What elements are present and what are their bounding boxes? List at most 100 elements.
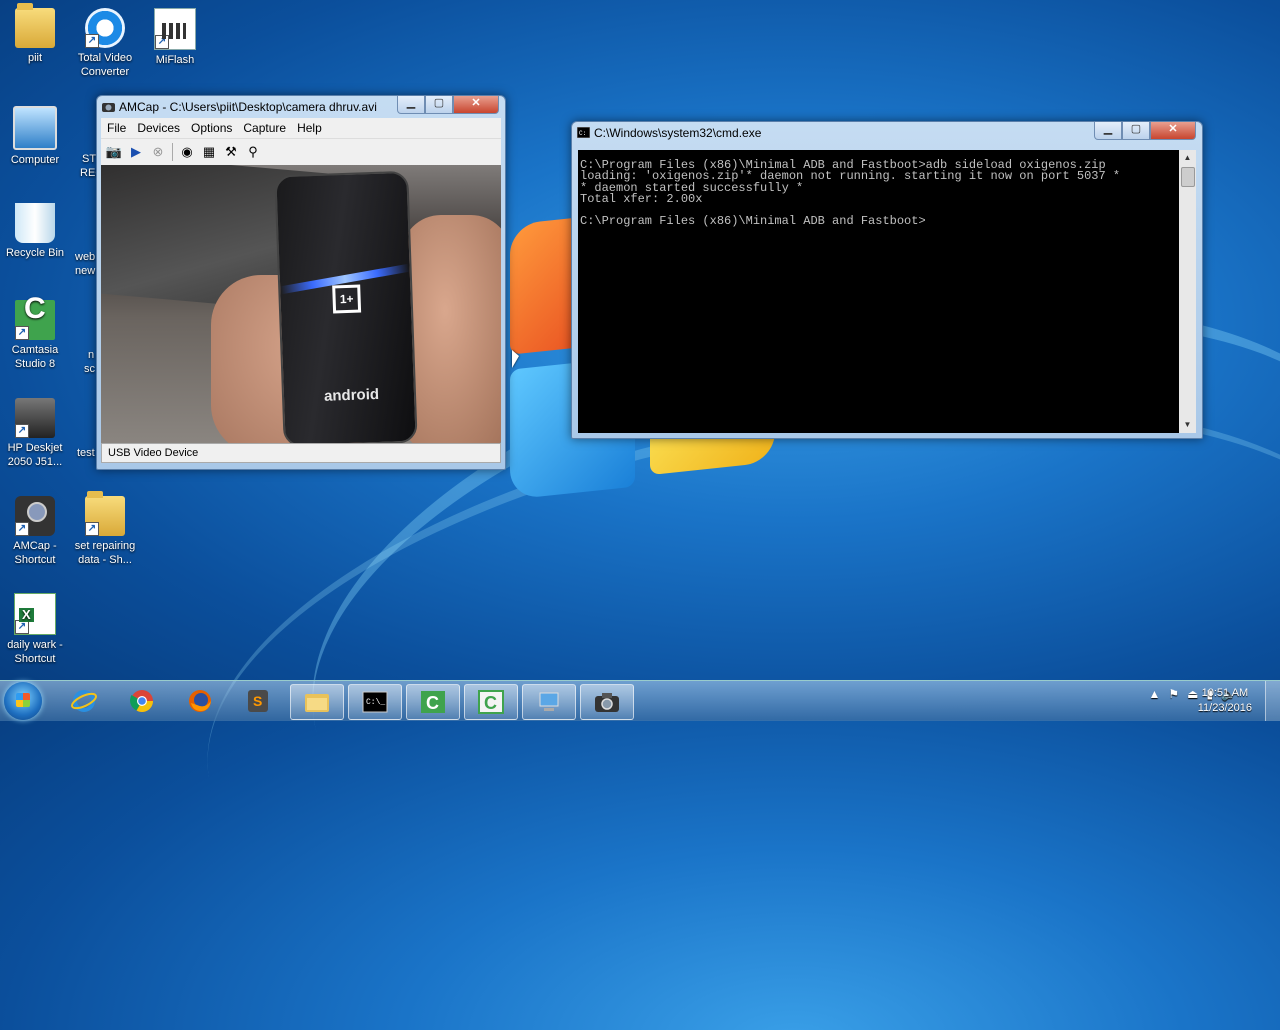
menu-help[interactable]: Help bbox=[297, 121, 322, 135]
computer-icon bbox=[13, 106, 57, 150]
maximize-button[interactable]: ▢ bbox=[425, 96, 453, 114]
taskbar-cmd[interactable]: C:\_ bbox=[348, 684, 402, 720]
partial-label: new bbox=[75, 265, 96, 277]
taskbar-camtasia-recorder[interactable]: C bbox=[406, 684, 460, 720]
menu-capture[interactable]: Capture bbox=[243, 121, 286, 135]
svg-text:C:: C: bbox=[579, 130, 586, 137]
taskbar-camtasia-studio[interactable]: C bbox=[464, 684, 518, 720]
folder-icon bbox=[15, 3, 55, 48]
partial-label: web bbox=[75, 251, 96, 263]
oneplus-logo: 1+ bbox=[332, 284, 362, 314]
partial-label: ST bbox=[82, 153, 97, 165]
internet-explorer-icon bbox=[71, 690, 97, 712]
camera-icon bbox=[595, 693, 619, 712]
taskbar-internet-explorer[interactable] bbox=[58, 684, 110, 718]
desktop-icon-daily-wark[interactable]: ↗ daily wark - Shortcut bbox=[0, 593, 70, 666]
flag-icon[interactable]: ⚑ bbox=[1168, 687, 1179, 701]
desktop-icon-computer[interactable]: Computer bbox=[0, 106, 70, 167]
preview-eye-icon[interactable]: ◉ bbox=[178, 143, 196, 161]
mouse-cursor-icon bbox=[512, 350, 519, 368]
console-icon: C:\_ bbox=[362, 691, 388, 713]
console-output[interactable]: C:\Program Files (x86)\Minimal ADB and F… bbox=[578, 150, 1196, 433]
taskbar-network-app[interactable] bbox=[522, 684, 576, 720]
svg-text:S: S bbox=[253, 693, 262, 709]
desktop-icon-recycle-bin[interactable]: Recycle Bin bbox=[0, 203, 70, 260]
usb-device-icon[interactable]: ⏏ bbox=[1187, 687, 1198, 701]
play-icon[interactable]: ▶ bbox=[127, 143, 145, 161]
capture-camera-icon[interactable]: 📷 bbox=[105, 143, 123, 161]
svg-text:C: C bbox=[426, 693, 439, 713]
clock-date: 11/23/2016 bbox=[1197, 702, 1252, 714]
partial-label: sc bbox=[84, 363, 95, 375]
close-button[interactable]: ✕ bbox=[1150, 122, 1196, 140]
folder-icon: ↗ bbox=[85, 491, 125, 536]
firefox-icon bbox=[189, 690, 211, 712]
camtasia-icon: ↗ bbox=[15, 300, 55, 340]
console-text: C:\Program Files (x86)\Minimal ADB and F… bbox=[578, 150, 1196, 228]
taskbar-firefox[interactable] bbox=[174, 684, 226, 718]
amcap-toolbar: 📷 ▶ ⊗ ◉ ▦ ⚒ ⚲ bbox=[101, 138, 501, 165]
desktop-icon-miflash[interactable]: ↗ MiFlash bbox=[140, 8, 210, 67]
scroll-thumb[interactable] bbox=[1181, 167, 1195, 187]
menu-devices[interactable]: Devices bbox=[137, 121, 180, 135]
minimize-button[interactable]: ▁ bbox=[1094, 122, 1122, 140]
converter-icon: ↗ bbox=[85, 8, 125, 48]
desktop-icon-total-video-converter[interactable]: ↗ Total Video Converter bbox=[70, 8, 140, 79]
amcap-titlebar[interactable]: AMCap - C:\Users\piit\Desktop\camera dhr… bbox=[97, 96, 505, 118]
miflash-icon: ↗ bbox=[154, 8, 196, 50]
maximize-button[interactable]: ▢ bbox=[1122, 122, 1150, 140]
chrome-icon bbox=[130, 690, 153, 712]
amcap-window[interactable]: AMCap - C:\Users\piit\Desktop\camera dhr… bbox=[96, 95, 506, 470]
properties-icon[interactable]: ▦ bbox=[200, 143, 218, 161]
close-button[interactable]: ✕ bbox=[453, 96, 499, 114]
desktop-icon-amcap[interactable]: ↗ AMCap - Shortcut bbox=[0, 496, 70, 567]
window-title: AMCap - C:\Users\piit\Desktop\camera dhr… bbox=[119, 100, 377, 114]
cmd-window[interactable]: C: C:\Windows\system32\cmd.exe ▁ ▢ ✕ C:\… bbox=[571, 121, 1203, 439]
zoom-icon[interactable]: ⚲ bbox=[244, 143, 262, 161]
camera-icon: ↗ bbox=[15, 496, 55, 536]
desktop-icon-hp-deskjet[interactable]: ↗ HP Deskjet 2050 J51... bbox=[0, 398, 70, 469]
show-desktop-button[interactable] bbox=[1265, 681, 1280, 721]
partial-label: n bbox=[88, 349, 95, 361]
clock-time: 10:51 AM bbox=[1201, 687, 1249, 699]
video-preview: 1+ android bbox=[101, 165, 501, 443]
desktop-icon-set-repairing-data[interactable]: ↗ set repairing data - Sh... bbox=[70, 491, 140, 567]
cmd-titlebar[interactable]: C: C:\Windows\system32\cmd.exe ▁ ▢ ✕ bbox=[572, 122, 1202, 144]
excel-icon: ↗ bbox=[14, 593, 56, 635]
show-hidden-icons-icon[interactable]: ▲ bbox=[1148, 687, 1160, 701]
scroll-up-icon[interactable]: ▲ bbox=[1179, 150, 1196, 166]
menu-options[interactable]: Options bbox=[191, 121, 232, 135]
start-button[interactable] bbox=[4, 682, 42, 720]
folder-icon bbox=[305, 694, 329, 712]
svg-text:C: C bbox=[484, 693, 497, 713]
amcap-statusbar: USB Video Device bbox=[101, 443, 501, 463]
svg-text:C:\_: C:\_ bbox=[366, 698, 385, 707]
scanner-icon: ↗ bbox=[15, 398, 55, 438]
android-boot-text: android bbox=[323, 385, 380, 405]
taskbar-explorer[interactable] bbox=[290, 684, 344, 720]
tools-icon[interactable]: ⚒ bbox=[222, 143, 240, 161]
amcap-menubar: File Devices Options Capture Help bbox=[101, 118, 501, 138]
phone-in-video: 1+ android bbox=[274, 170, 418, 443]
desktop-icon-piit[interactable]: piit bbox=[0, 3, 70, 65]
window-title: C:\Windows\system32\cmd.exe bbox=[594, 126, 762, 140]
taskbar-sublime[interactable]: S bbox=[232, 684, 284, 718]
desktop-icon-camtasia[interactable]: ↗ Camtasia Studio 8 bbox=[0, 300, 70, 371]
console-line: Total xfer: 2.00x bbox=[580, 191, 703, 206]
recycle-bin-icon bbox=[15, 203, 55, 243]
minimize-button[interactable]: ▁ bbox=[397, 96, 425, 114]
stop-icon[interactable]: ⊗ bbox=[149, 143, 167, 161]
system-clock[interactable]: 10:51 AM 11/23/2016 bbox=[1198, 686, 1252, 716]
menu-file[interactable]: File bbox=[107, 121, 126, 135]
taskbar: S C:\_ C C ▲ ⚑ ⏏ ▮ 🔈 10:51 AM 11/23/2016 bbox=[0, 680, 1280, 721]
camtasia-studio-icon: C bbox=[478, 690, 504, 714]
network-computer-icon bbox=[539, 692, 559, 711]
console-icon: C: bbox=[576, 126, 591, 139]
sublime-text-icon: S bbox=[248, 690, 268, 712]
console-prompt: C:\Program Files (x86)\Minimal ADB and F… bbox=[580, 214, 926, 229]
scroll-down-icon[interactable]: ▼ bbox=[1179, 417, 1196, 433]
taskbar-chrome[interactable] bbox=[116, 684, 168, 718]
camtasia-recorder-icon: C bbox=[421, 691, 445, 713]
taskbar-amcap[interactable] bbox=[580, 684, 634, 720]
vertical-scrollbar[interactable]: ▲ ▼ bbox=[1179, 150, 1196, 433]
